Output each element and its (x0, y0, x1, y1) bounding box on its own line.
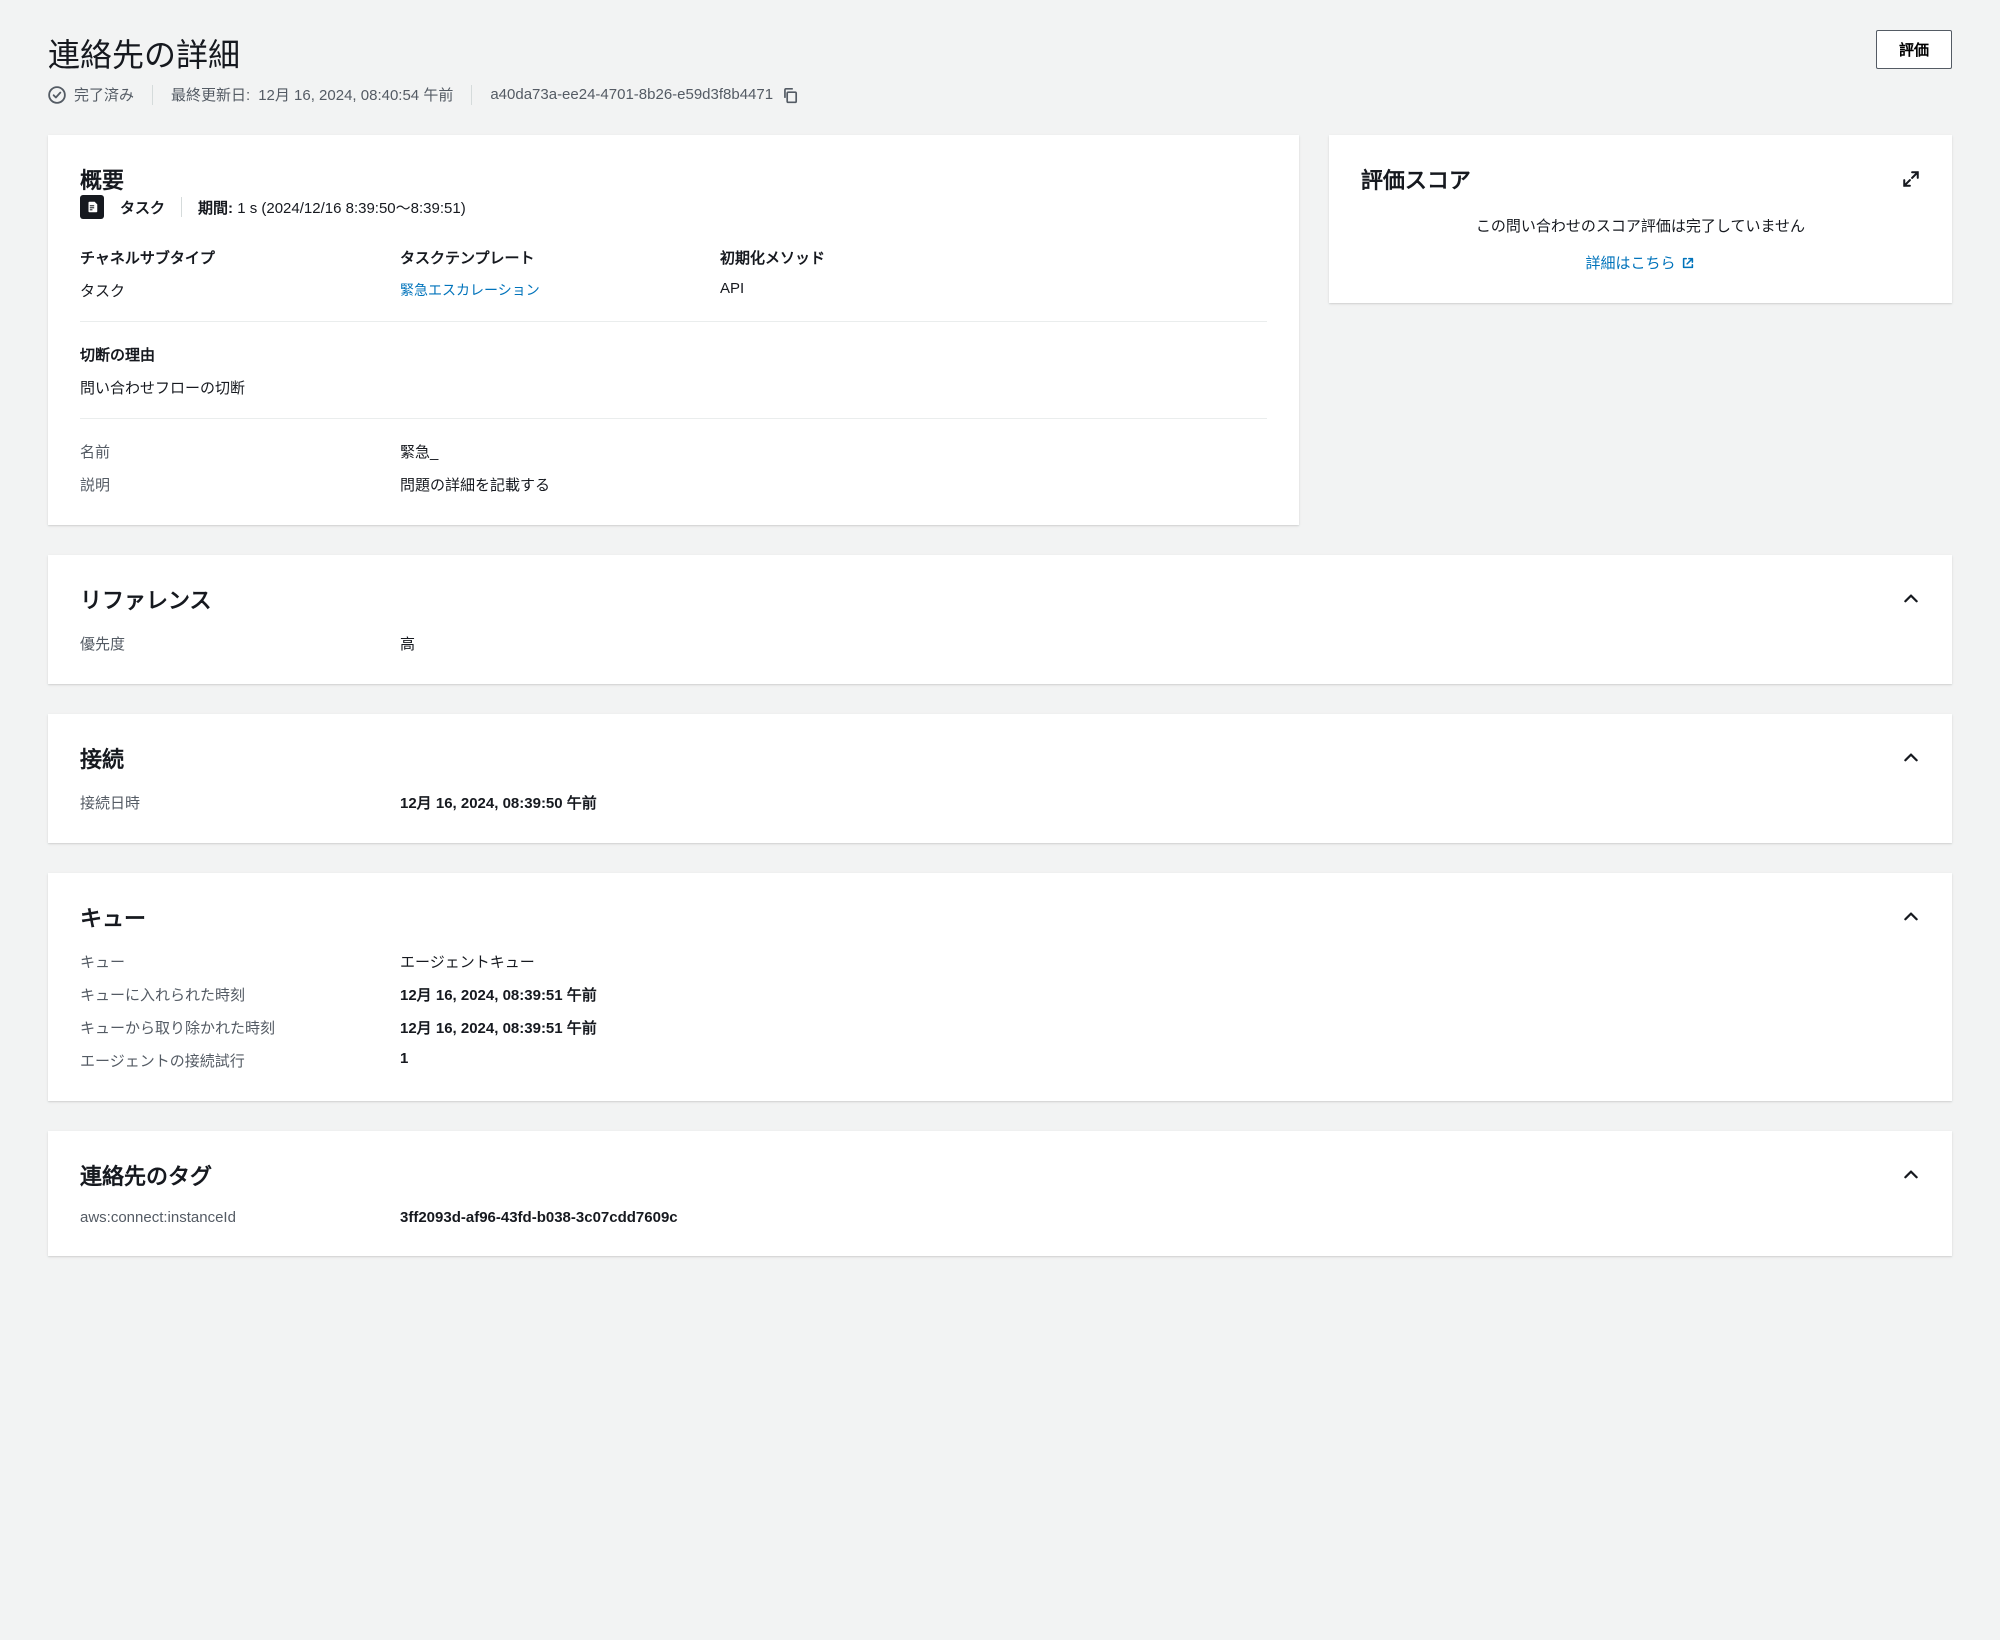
channel-subtype-label: チャネルサブタイプ (80, 247, 380, 268)
chevron-up-icon[interactable] (1902, 908, 1920, 926)
score-details-link[interactable]: 詳細はこちら (1585, 252, 1695, 273)
overview-panel: 概要 タスク 期間: 1 s (2024/12/16 8:39:50～8:39:… (48, 135, 1299, 525)
reference-panel: リファレンス 優先度 高 (48, 555, 1952, 684)
queue-panel: キュー キュー エージェントキュー キューに入れられた時刻 12月 16, 20… (48, 873, 1952, 1101)
duration-label: 期間: (198, 200, 233, 217)
init-method-label: 初期化メソッド (720, 247, 1267, 268)
enqueue-time-label: キューに入れられた時刻 (80, 984, 400, 1005)
disconnect-reason-value: 問い合わせフローの切断 (80, 377, 1267, 398)
reference-title: リファレンス (80, 583, 212, 615)
tags-title: 連絡先のタグ (80, 1159, 212, 1191)
description-value: 問題の詳細を記載する (400, 474, 550, 495)
name-value: 緊急_ (400, 441, 438, 462)
chevron-up-icon[interactable] (1902, 749, 1920, 767)
overview-title: 概要 (80, 163, 1267, 195)
meta-row: 完了済み 最終更新日: 12月 16, 2024, 08:40:54 午前 a4… (48, 84, 1952, 105)
last-updated-label: 最終更新日: (171, 84, 250, 105)
agent-attempts-value: 1 (400, 1050, 408, 1071)
status-text: 完了済み (74, 84, 134, 105)
task-template-label: タスクテンプレート (400, 247, 700, 268)
tags-panel: 連絡先のタグ aws:connect:instanceId 3ff2093d-a… (48, 1131, 1952, 1256)
connected-at-value: 12月 16, 2024, 08:39:50 午前 (400, 792, 597, 813)
external-link-icon (1681, 256, 1695, 270)
score-details-link-text: 詳細はこちら (1585, 252, 1675, 273)
last-updated-value: 12月 16, 2024, 08:40:54 午前 (258, 84, 453, 105)
queue-value: エージェントキュー (400, 951, 535, 972)
chevron-up-icon[interactable] (1902, 1166, 1920, 1184)
divider (471, 85, 472, 105)
connection-title: 接続 (80, 742, 124, 774)
channel-subtype-value: タスク (80, 280, 380, 301)
tag-key: aws:connect:instanceId (80, 1209, 400, 1226)
enqueue-time-value: 12月 16, 2024, 08:39:51 午前 (400, 984, 597, 1005)
priority-value: 高 (400, 633, 415, 654)
page-title: 連絡先の詳細 (48, 30, 240, 76)
priority-label: 優先度 (80, 633, 400, 654)
score-panel: 評価スコア この問い合わせのスコア評価は完了していません 詳細はこちら (1329, 135, 1952, 303)
evaluate-button[interactable]: 評価 (1876, 30, 1952, 69)
chevron-up-icon[interactable] (1902, 590, 1920, 608)
description-label: 説明 (80, 474, 400, 495)
disconnect-reason-label: 切断の理由 (80, 344, 1267, 365)
status-complete-icon (48, 86, 66, 104)
connected-at-label: 接続日時 (80, 792, 400, 813)
duration-value: 1 s (2024/12/16 8:39:50～8:39:51) (237, 200, 466, 217)
expand-icon[interactable] (1902, 170, 1920, 188)
copy-icon[interactable] (781, 86, 799, 104)
tag-value: 3ff2093d-af96-43fd-b038-3c07cdd7609c (400, 1209, 678, 1226)
connection-panel: 接続 接続日時 12月 16, 2024, 08:39:50 午前 (48, 714, 1952, 843)
task-template-link[interactable]: 緊急エスカレーション (400, 280, 700, 300)
dequeue-time-label: キューから取り除かれた時刻 (80, 1017, 400, 1038)
divider (181, 197, 182, 217)
task-label: タスク (120, 197, 165, 218)
score-message: この問い合わせのスコア評価は完了していません (1361, 215, 1920, 236)
contact-id: a40da73a-ee24-4701-8b26-e59d3f8b4471 (490, 86, 773, 103)
name-label: 名前 (80, 441, 400, 462)
divider (152, 85, 153, 105)
agent-attempts-label: エージェントの接続試行 (80, 1050, 400, 1071)
queue-label: キュー (80, 951, 400, 972)
dequeue-time-value: 12月 16, 2024, 08:39:51 午前 (400, 1017, 597, 1038)
queue-title: キュー (80, 901, 146, 933)
score-title: 評価スコア (1361, 163, 1471, 195)
init-method-value: API (720, 280, 1267, 297)
task-icon (80, 195, 104, 219)
